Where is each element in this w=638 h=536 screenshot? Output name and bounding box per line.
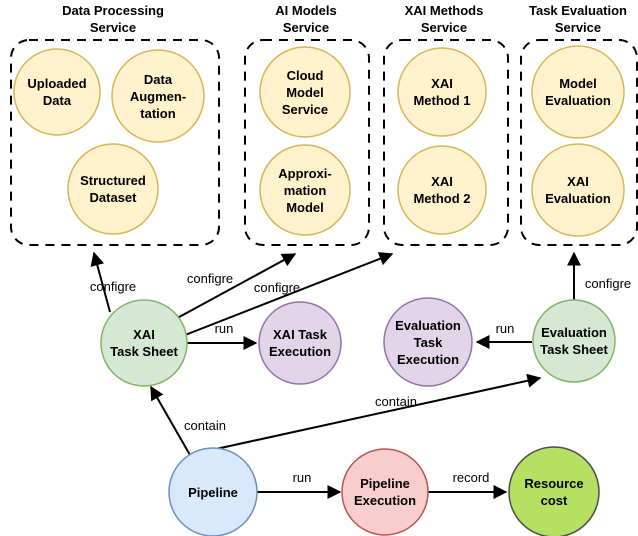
- node-label-xai-task-sheet-line1: XAI: [133, 327, 155, 342]
- group-title-ai-models-service-line2: Service: [283, 20, 329, 35]
- group-title-task-evaluation-service-line2: Service: [555, 20, 601, 35]
- node-label-xai-method-1-line2: Method 1: [413, 93, 470, 108]
- node-resource-cost[interactable]: Resource cost: [508, 446, 600, 536]
- node-xai-method-2[interactable]: XAI Method 2: [397, 145, 487, 235]
- node-label-xai-evaluation-line2: Evaluation: [545, 191, 611, 206]
- node-label-cloud-model-service-line1: Cloud: [287, 68, 324, 83]
- node-approximation-model[interactable]: Approxi- mation Model: [259, 144, 351, 236]
- node-label-pipeline-execution-line1: Pipeline: [360, 476, 410, 491]
- edge-label-configre-data-processing: configre: [90, 279, 136, 294]
- node-xai-task-sheet[interactable]: XAI Task Sheet: [100, 299, 188, 387]
- node-label-xai-method-2-line1: XAI: [431, 174, 453, 189]
- node-label-xai-method-1-line1: XAI: [431, 76, 453, 91]
- node-label-approximation-model-line2: mation: [284, 183, 327, 198]
- group-title-data-processing-service: Data Processing: [62, 3, 164, 18]
- node-label-data-augmentation-line3: tation: [140, 106, 175, 121]
- node-label-pipeline-execution-line2: Execution: [354, 493, 416, 508]
- edge-label-contain-xai-task-sheet: contain: [184, 418, 226, 433]
- group-title-task-evaluation-service: Task Evaluation: [529, 3, 627, 18]
- node-label-cloud-model-service-line3: Service: [282, 102, 328, 117]
- group-title-xai-methods-service: XAI Methods: [405, 3, 484, 18]
- node-label-evaluation-task-sheet-line1: Evaluation: [541, 325, 607, 340]
- node-label-pipeline-line1: Pipeline: [188, 485, 238, 500]
- edge-label-run-xai-task: run: [215, 321, 234, 336]
- node-label-data-augmentation-line1: Data: [144, 72, 173, 87]
- node-pipeline[interactable]: Pipeline: [168, 447, 258, 536]
- edge-label-configre-task-evaluation: configre: [585, 276, 631, 291]
- node-circle-xai-method-2[interactable]: [397, 145, 487, 235]
- node-label-cloud-model-service-line2: Model: [286, 85, 324, 100]
- node-label-approximation-model-line1: Approxi-: [278, 166, 331, 181]
- node-circle-xai-method-1[interactable]: [397, 47, 487, 137]
- edge-label-configre-ai-models: configre: [187, 271, 233, 286]
- node-label-model-evaluation-line2: Evaluation: [545, 93, 611, 108]
- node-label-xai-evaluation-line1: XAI: [567, 174, 589, 189]
- node-xai-method-1[interactable]: XAI Method 1: [397, 47, 487, 137]
- node-circle-model-evaluation[interactable]: [531, 45, 625, 139]
- node-label-approximation-model-line3: Model: [286, 200, 324, 215]
- edge-label-run-evaluation-task: run: [496, 321, 515, 336]
- node-label-xai-task-execution-line1: XAI Task: [273, 327, 328, 342]
- node-evaluation-task-execution[interactable]: Evaluation Task Execution: [383, 297, 473, 387]
- node-label-xai-method-2-line2: Method 2: [413, 191, 470, 206]
- node-label-evaluation-task-execution-line2: Task: [414, 335, 443, 350]
- node-label-resource-cost-line1: Resource: [524, 476, 583, 491]
- group-title-ai-models-service: AI Models: [275, 3, 336, 18]
- node-circle-xai-task-execution[interactable]: [258, 301, 342, 385]
- node-circle-pipeline-execution[interactable]: [341, 448, 429, 536]
- node-cloud-model-service[interactable]: Cloud Model Service: [259, 46, 351, 138]
- node-label-evaluation-task-sheet-line2: Task Sheet: [540, 342, 608, 357]
- node-label-model-evaluation-line1: Model: [559, 76, 597, 91]
- node-label-xai-task-sheet-line2: Task Sheet: [110, 344, 178, 359]
- edge-label-record-resource-cost: record: [453, 470, 490, 485]
- node-label-resource-cost-line2: cost: [541, 493, 568, 508]
- node-uploaded-data[interactable]: Uploaded Data: [13, 48, 101, 136]
- node-circle-evaluation-task-sheet[interactable]: [532, 299, 616, 383]
- architecture-diagram: Data Processing Service AI Models Servic…: [10, 3, 638, 536]
- node-model-evaluation[interactable]: Model Evaluation: [531, 45, 625, 139]
- node-circle-xai-task-sheet[interactable]: [100, 299, 188, 387]
- node-label-structured-dataset-line1: Structured: [80, 173, 146, 188]
- node-xai-task-execution[interactable]: XAI Task Execution: [258, 301, 342, 385]
- edge-label-contain-evaluation-task-sheet: contain: [375, 394, 417, 409]
- edge-line-pipeline-to-evaluation-task-sheet: [215, 373, 542, 450]
- node-pipeline-execution[interactable]: Pipeline Execution: [341, 448, 429, 536]
- node-circle-resource-cost[interactable]: [508, 446, 600, 536]
- node-structured-dataset[interactable]: Structured Dataset: [67, 143, 159, 235]
- group-title-data-processing-service-line2: Service: [90, 20, 136, 35]
- node-circle-uploaded-data[interactable]: [13, 48, 101, 136]
- node-evaluation-task-sheet[interactable]: Evaluation Task Sheet: [532, 299, 616, 383]
- node-data-augmentation[interactable]: Data Augmen- tation: [111, 49, 205, 143]
- node-label-data-augmentation-line2: Augmen-: [130, 89, 186, 104]
- node-xai-evaluation[interactable]: XAI Evaluation: [531, 143, 625, 237]
- group-title-xai-methods-service-line2: Service: [421, 20, 467, 35]
- edge-label-run-pipeline: run: [293, 470, 312, 485]
- node-label-evaluation-task-execution-line1: Evaluation: [395, 318, 461, 333]
- group-titles: Data Processing Service AI Models Servic…: [62, 3, 627, 35]
- node-label-uploaded-data-line1: Uploaded: [27, 76, 86, 91]
- node-label-structured-dataset-line2: Dataset: [90, 190, 138, 205]
- edge-label-configre-xai-methods: configre: [254, 280, 300, 295]
- node-label-xai-task-execution-line2: Execution: [269, 344, 331, 359]
- node-circle-xai-evaluation[interactable]: [531, 143, 625, 237]
- node-label-evaluation-task-execution-line3: Execution: [397, 352, 459, 367]
- node-circle-structured-dataset[interactable]: [67, 143, 159, 235]
- node-label-uploaded-data-line2: Data: [43, 93, 72, 108]
